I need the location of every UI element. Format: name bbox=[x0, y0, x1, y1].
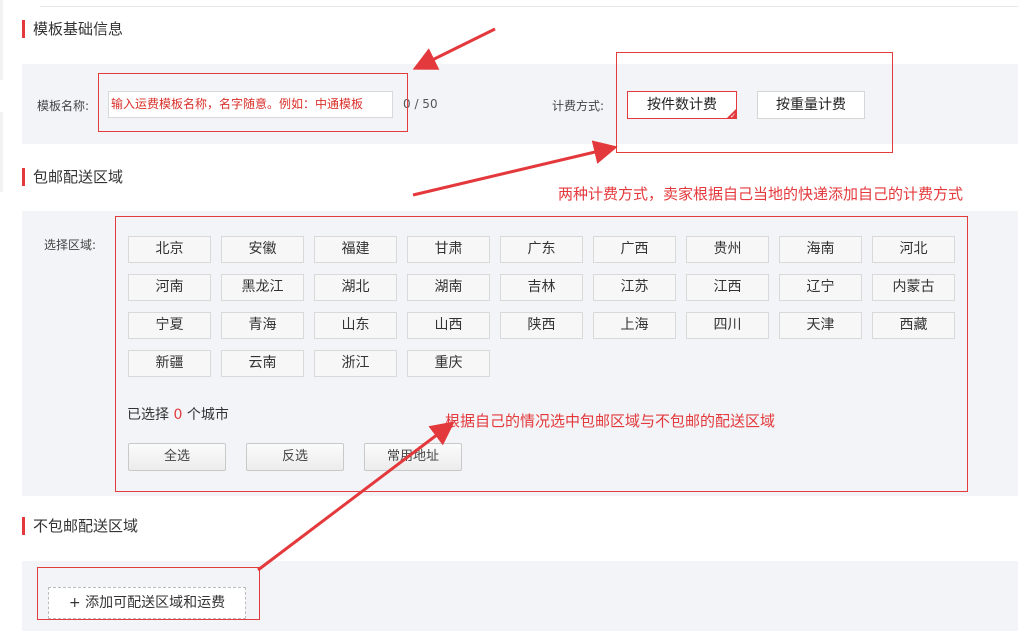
arrow-to-add-area bbox=[257, 421, 455, 572]
annotation-arrows bbox=[257, 27, 618, 572]
arrow-to-fee-mode bbox=[412, 140, 618, 197]
arrow-to-name-input bbox=[412, 27, 496, 70]
